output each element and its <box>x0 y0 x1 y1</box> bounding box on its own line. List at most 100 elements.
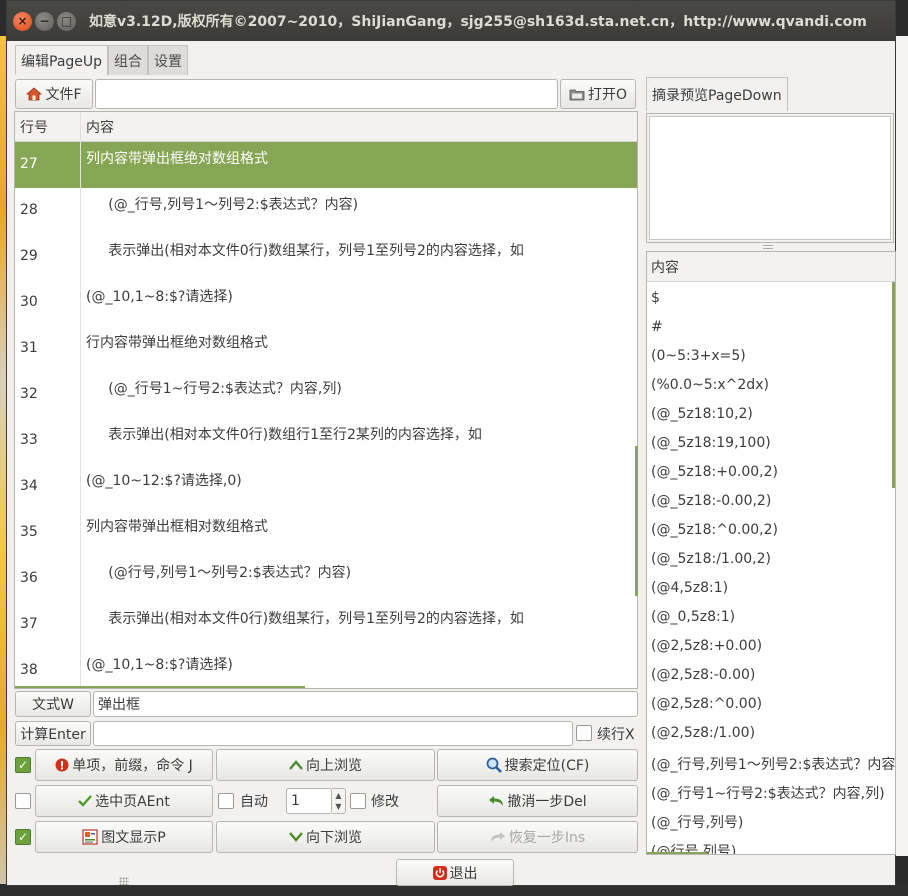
single-item-button[interactable]: 单项，前缀，命令 J <box>35 749 213 781</box>
maximize-window-icon[interactable]: □ <box>57 11 76 31</box>
snippet-header-content[interactable]: 内容 <box>651 257 679 277</box>
tab-combine[interactable]: 组合 <box>108 45 149 75</box>
table-vertical-scrollbar[interactable] <box>635 446 638 596</box>
row-content: (@行号,列号1～列号2:$表达式？内容) <box>86 565 352 581</box>
row-line-number: 28 <box>20 202 38 218</box>
horizontal-scrollbar[interactable] <box>15 686 305 688</box>
snippet-item[interactable]: (@2,5z8:+0.00) <box>651 638 762 654</box>
row-line-number: 27 <box>20 156 38 172</box>
browse-up-label: 向上浏览 <box>306 758 362 774</box>
snippet-item[interactable]: (@_5z18:-0.00,2) <box>651 493 771 509</box>
chevron-down-icon <box>289 832 303 842</box>
step-count-stepper[interactable]: ▲ ▼ <box>332 788 346 814</box>
browse-up-button[interactable]: 向上浏览 <box>216 749 435 781</box>
row-line-number: 38 <box>20 662 38 678</box>
undo-label: 撤消一步Del <box>507 794 587 810</box>
window-title: 如意v3.12D,版权所有©2007~2010，ShiJianGang，sjg2… <box>89 14 867 30</box>
table-row[interactable]: 35 列内容带弹出框相对数组格式 <box>15 510 637 556</box>
continue-line-checkbox[interactable] <box>576 725 592 741</box>
stepper-down-icon[interactable]: ▼ <box>335 801 341 812</box>
snippet-item[interactable]: (0~5:3+x=5) <box>651 348 746 364</box>
table-row[interactable]: 36 (@行号,列号1～列号2:$表达式？内容) <box>15 556 637 602</box>
snippet-item[interactable]: (@_行号1~行号2:$表达式？内容,列) <box>651 783 885 803</box>
exit-button[interactable]: 退出 <box>396 859 514 886</box>
file-path-input[interactable] <box>95 79 558 109</box>
snippet-item[interactable]: (@_5z18:/1.00,2) <box>651 551 771 567</box>
select-page-button[interactable]: 选中页AEnt <box>35 785 213 817</box>
table-row[interactable]: 33 表示弹出(相对本文件0行)数组行1至行2某列的内容选择，如 <box>15 418 637 464</box>
snippet-item[interactable]: (@_行号,列号) <box>651 812 743 832</box>
image-text-checkbox[interactable]: ✓ <box>15 829 31 845</box>
select-page-checkbox[interactable] <box>15 793 31 809</box>
table-row[interactable]: 31 行内容带弹出框绝对数组格式 <box>15 326 637 372</box>
close-window-icon[interactable]: × <box>13 11 32 31</box>
preview-area[interactable] <box>649 116 891 240</box>
table-row[interactable]: 29 表示弹出(相对本文件0行)数组某行，列号1至列号2的内容选择，如 <box>15 234 637 280</box>
image-text-button[interactable]: 图文显示P <box>35 821 213 853</box>
header-line-number[interactable]: 行号 <box>20 117 48 137</box>
background-window-edge <box>894 36 908 856</box>
snippet-item[interactable]: (@_5z18:10,2) <box>651 406 753 422</box>
row-content: 行内容带弹出框绝对数组格式 <box>86 335 268 351</box>
pane-splitter-handle[interactable] <box>763 245 773 249</box>
exit-label: 退出 <box>449 865 478 882</box>
open-button[interactable]: 打开O <box>560 79 636 109</box>
search-icon <box>486 757 502 773</box>
format-input[interactable]: 弹出框 <box>93 691 638 717</box>
row-content: 表示弹出(相对本文件0行)数组行1至行2某列的内容选择，如 <box>86 427 482 443</box>
tab-settings[interactable]: 设置 <box>148 45 189 75</box>
calculate-button[interactable]: 计算Enter <box>15 721 91 746</box>
header-content[interactable]: 内容 <box>86 117 114 137</box>
modify-checkbox[interactable] <box>350 793 366 809</box>
calculate-input[interactable] <box>93 721 573 746</box>
snippet-item[interactable]: (@_5z18:+0.00,2) <box>651 464 778 480</box>
row-content: (@_行号1~行号2:$表达式？内容,列) <box>86 381 342 397</box>
table-row[interactable]: 38 (@_10,1~8:$?请选择) <box>15 648 637 688</box>
content-table[interactable]: 行号 内容 27 列内容带弹出框绝对数组格式 28 (@_行号,列号1～列号2:$表… <box>14 111 638 689</box>
table-row[interactable]: 28 (@_行号,列号1～列号2:$表达式？内容) <box>15 188 637 234</box>
snippet-list-hscroll[interactable] <box>647 852 707 854</box>
format-button[interactable]: 文式W <box>15 691 91 717</box>
table-row[interactable]: 30 (@_10,1~8:$?请选择) <box>15 280 637 326</box>
snippet-item[interactable]: (@_行号,列号1～列号2:$表达式？内容) <box>651 754 895 774</box>
row-content: 列内容带弹出框绝对数组格式 <box>86 151 268 167</box>
file-button[interactable]: 文件F <box>15 79 93 109</box>
table-row[interactable]: 37 表示弹出(相对本文件0行)数组某行，列号1至列号2的内容选择，如 <box>15 602 637 648</box>
snippet-item[interactable]: (@_5z18:19,100) <box>651 435 771 451</box>
row-content: (@_行号,列号1～列号2:$表达式？内容) <box>86 197 359 213</box>
undo-button[interactable]: 撤消一步Del <box>437 785 638 817</box>
image-text-label: 图文显示P <box>101 830 166 846</box>
snippet-item[interactable]: (@_0,5z8:1) <box>651 609 735 625</box>
select-page-label: 选中页AEnt <box>95 794 170 810</box>
single-item-label: 单项，前缀，命令 J <box>72 758 193 774</box>
minimize-window-icon[interactable]: − <box>35 11 54 31</box>
tab-edit[interactable]: 编辑PageUp <box>15 45 109 75</box>
snippet-list[interactable]: 内容 $ # (0~5:3+x=5) (%0.0~5:x^2dx) (@_5z18:10… <box>646 251 896 855</box>
snippet-item[interactable]: (@_5z18:^0.00,2) <box>651 522 778 538</box>
snippet-item[interactable]: (%0.0~5:x^2dx) <box>651 377 769 393</box>
stepper-up-icon[interactable]: ▲ <box>335 790 341 801</box>
snippet-item[interactable]: # <box>651 319 663 335</box>
tab-preview[interactable]: 摘录预览PageDown <box>646 77 788 111</box>
continue-line-label: 续行X <box>597 727 635 743</box>
browse-down-button[interactable]: 向下浏览 <box>216 821 435 853</box>
auto-label: 自动 <box>240 794 268 810</box>
step-count-input[interactable]: 1 <box>286 788 332 814</box>
resize-grip[interactable] <box>119 877 129 885</box>
redo-button[interactable]: 恢复一步Ins <box>437 821 638 853</box>
open-button-label: 打开O <box>587 87 628 103</box>
table-row[interactable]: 27 列内容带弹出框绝对数组格式 <box>15 142 637 188</box>
snippet-item[interactable]: (@2,5z8:^0.00) <box>651 696 762 712</box>
snippet-item[interactable]: (@2,5z8:/1.00) <box>651 725 755 741</box>
snippet-item[interactable]: (@2,5z8:-0.00) <box>651 667 755 683</box>
snippet-item[interactable]: $ <box>651 290 660 306</box>
table-row[interactable]: 32 (@_行号1~行号2:$表达式？内容,列) <box>15 372 637 418</box>
auto-checkbox[interactable] <box>218 793 234 809</box>
snippet-item[interactable]: (@4,5z8:1) <box>651 580 728 596</box>
power-icon <box>432 865 447 880</box>
redo-arrow-icon <box>490 831 506 843</box>
single-item-checkbox[interactable]: ✓ <box>15 757 31 773</box>
snippet-list-scrollbar[interactable] <box>892 282 895 488</box>
search-locate-button[interactable]: 搜索定位(CF) <box>437 749 638 781</box>
table-row[interactable]: 34 (@_10~12:$?请选择,0) <box>15 464 637 510</box>
